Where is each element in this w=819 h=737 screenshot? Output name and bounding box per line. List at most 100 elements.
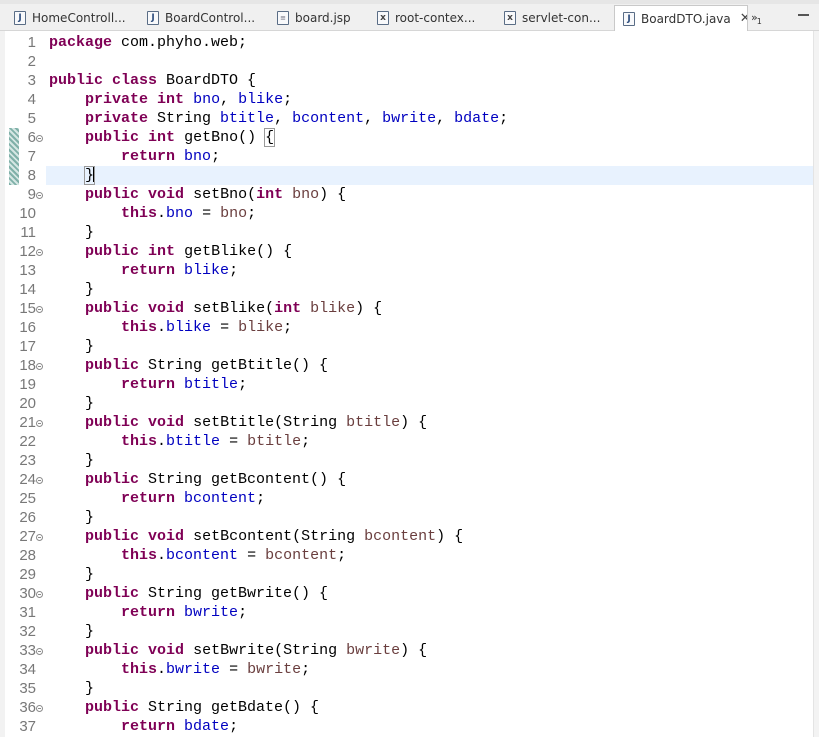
close-icon[interactable]: ✕: [740, 12, 747, 25]
code-text: public String getBdate() {: [49, 698, 319, 717]
fold-toggle-icon[interactable]: [36, 306, 43, 313]
keyword: return: [121, 148, 176, 165]
code-editor[interactable]: 1 package com.phyho.web; 2 3 public class Bo…: [0, 31, 819, 737]
code-line[interactable]: 36 public String getBdate() {: [0, 698, 813, 717]
code-line[interactable]: 21 public void setBtitle(String btitle) …: [0, 413, 813, 432]
tab-overflow-button[interactable]: »1: [751, 11, 762, 26]
code-line[interactable]: 22 this.btitle = btitle;: [0, 432, 813, 451]
fold-toggle-icon[interactable]: [36, 648, 43, 655]
keyword: return: [121, 376, 176, 393]
code-line[interactable]: 2: [0, 52, 813, 71]
code-line[interactable]: 14 }: [0, 280, 813, 299]
code-line[interactable]: 9 public void setBno(int bno) {: [0, 185, 813, 204]
code-line[interactable]: 16 this.blike = blike;: [0, 318, 813, 337]
code-token: setBtitle(String: [184, 414, 347, 431]
tab-board-controller[interactable]: J BoardControl...: [133, 6, 263, 30]
tab-board-jsp[interactable]: ≡ board.jsp: [263, 6, 363, 30]
code-line[interactable]: 24 public String getBcontent() {: [0, 470, 813, 489]
code-line[interactable]: 34 this.bwrite = bwrite;: [0, 660, 813, 679]
code-line[interactable]: 3 public class BoardDTO {: [0, 71, 813, 90]
keyword: public: [85, 300, 140, 317]
fold-toggle-icon[interactable]: [36, 135, 43, 142]
code-line[interactable]: 10 this.bno = bno;: [0, 204, 813, 223]
code-line[interactable]: 13 return blike;: [0, 261, 813, 280]
tab-root-context[interactable]: x root-contex...: [363, 6, 490, 30]
line-number: 9: [27, 186, 36, 203]
fold-toggle-icon[interactable]: [36, 249, 43, 256]
code-line[interactable]: 27 public void setBcontent(String bconte…: [0, 527, 813, 546]
code-text: }: [49, 223, 94, 242]
fold-toggle-icon[interactable]: [36, 192, 43, 199]
code-line[interactable]: 26 }: [0, 508, 813, 527]
code-line[interactable]: 18 public String getBtitle() {: [0, 356, 813, 375]
code-text: return blike;: [49, 261, 238, 280]
code-line[interactable]: 4 private int bno, blike;: [0, 90, 813, 109]
fold-toggle-icon[interactable]: [36, 534, 43, 541]
code-token: String: [148, 110, 221, 127]
keyword: int: [148, 129, 176, 146]
minimize-icon[interactable]: [798, 14, 809, 16]
code-text: this.blike = blike;: [49, 318, 292, 337]
code-text: }: [49, 622, 94, 641]
field-ref: bno: [166, 205, 194, 222]
code-line[interactable]: 28 this.bcontent = bcontent;: [0, 546, 813, 565]
tab-board-dto[interactable]: J BoardDTO.java ✕: [614, 5, 748, 31]
code-line[interactable]: 20 }: [0, 394, 813, 413]
code-line[interactable]: 33 public void setBwrite(String bwrite) …: [0, 641, 813, 660]
fold-toggle-icon[interactable]: [36, 705, 43, 712]
code-text: }: [49, 280, 94, 299]
fold-toggle-icon[interactable]: [36, 420, 43, 427]
java-file-icon: J: [623, 11, 635, 26]
code-token: }: [49, 338, 95, 355]
code-line[interactable]: 25 return bcontent;: [0, 489, 813, 508]
field-ref: btitle: [166, 433, 221, 450]
code-line[interactable]: 5 private String btitle, bcontent, bwrit…: [0, 109, 813, 128]
code-line[interactable]: 15 public void setBlike(int blike) {: [0, 299, 813, 318]
tab-servlet-context[interactable]: x servlet-con...: [490, 6, 614, 30]
code-line[interactable]: 37 return bdate;: [0, 717, 813, 736]
field-ref: bwrite: [166, 661, 221, 678]
overview-ruler[interactable]: [813, 31, 819, 737]
code-line[interactable]: 12 public int getBlike() {: [0, 242, 813, 261]
code-line[interactable]: 35 }: [0, 679, 813, 698]
keyword: public: [85, 642, 140, 659]
code-text: }: [49, 394, 94, 413]
editor-tab-bar: J HomeControll... J BoardControl... ≡ bo…: [0, 0, 819, 31]
code-line[interactable]: 8 }: [0, 166, 813, 185]
code-token: ) {: [400, 414, 428, 431]
field-ref: bdate: [454, 110, 500, 127]
fold-toggle-icon[interactable]: [36, 591, 43, 598]
code-line[interactable]: 23 }: [0, 451, 813, 470]
code-line[interactable]: 7 return bno;: [0, 147, 813, 166]
code-text: public String getBtitle() {: [49, 356, 328, 375]
java-file-icon: J: [14, 11, 26, 25]
keyword: return: [121, 604, 176, 621]
code-line[interactable]: 19 return btitle;: [0, 375, 813, 394]
code-line[interactable]: 6 public int getBno() {: [0, 128, 813, 147]
keyword: public: [85, 357, 140, 374]
code-line[interactable]: 17 }: [0, 337, 813, 356]
code-line[interactable]: 29 }: [0, 565, 813, 584]
code-line[interactable]: 32 }: [0, 622, 813, 641]
fold-toggle-icon[interactable]: [36, 477, 43, 484]
code-line[interactable]: 11 }: [0, 223, 813, 242]
code-line[interactable]: 1 package com.phyho.web;: [0, 33, 813, 52]
line-number: 26: [19, 509, 36, 526]
fold-toggle-icon[interactable]: [36, 363, 43, 370]
code-line[interactable]: 30 public String getBwrite() {: [0, 584, 813, 603]
field-ref: btitle: [220, 110, 275, 127]
tab-home-controller[interactable]: J HomeControll...: [0, 6, 133, 30]
keyword: void: [148, 186, 185, 203]
tab-label: BoardDTO.java: [641, 11, 731, 26]
parameter-ref: blike: [238, 319, 284, 336]
code-token: =: [238, 547, 266, 564]
code-line[interactable]: 31 return bwrite;: [0, 603, 813, 622]
tab-label: BoardControl...: [165, 11, 256, 25]
